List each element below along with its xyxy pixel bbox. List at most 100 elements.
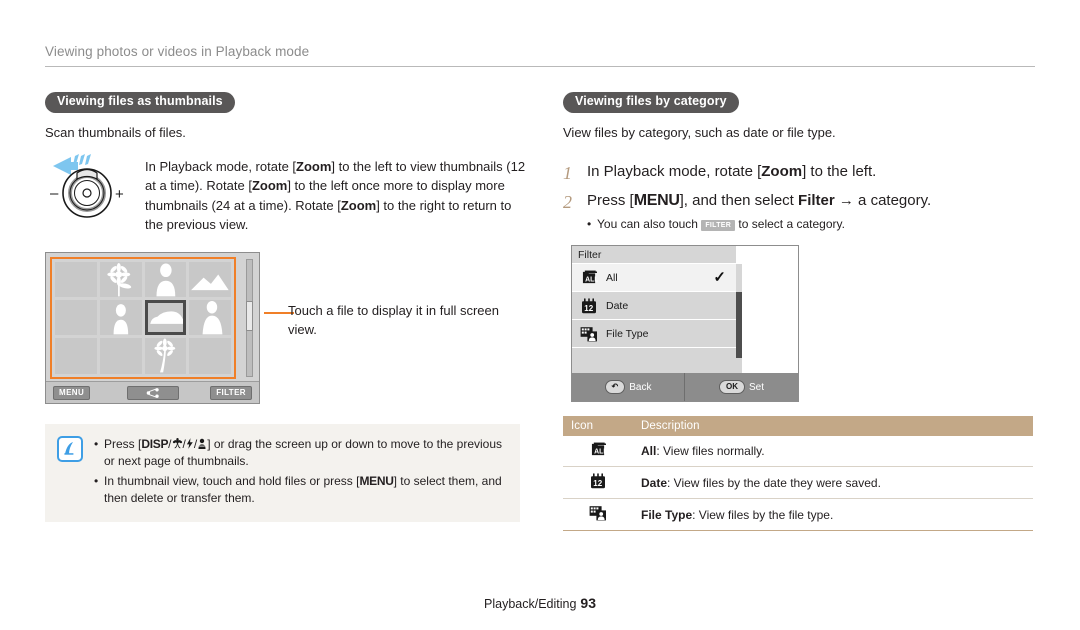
section-title-thumbnails: Viewing files as thumbnails: [45, 92, 235, 113]
filter-option-date-label: Date: [606, 299, 629, 312]
step-1: 1 In Playback mode, rotate [Zoom] to the…: [563, 162, 1033, 185]
filter-option-date[interactable]: 12 Date: [572, 292, 736, 321]
figure-text-zoom1: Zoom: [296, 159, 332, 175]
filter-option-filetype-label: File Type: [606, 327, 649, 340]
person-thumbnail-icon: [202, 301, 223, 335]
filter-dialog-illustration: Filter ALL All ✓ 12 Date File Type ↶ Bac…: [571, 245, 799, 403]
svg-text:ALL: ALL: [594, 449, 607, 456]
table-desc-date: : View files by the date they were saved…: [667, 475, 881, 490]
thumbnail-cell: [55, 338, 97, 374]
screen-scrollbar-thumb[interactable]: [246, 300, 253, 331]
mountain-thumbnail-icon: [191, 274, 229, 290]
thumbnail-cell: [55, 261, 97, 298]
date-calendar-glyph: 12: [582, 298, 596, 314]
dialog-scrollbar-thumb[interactable]: [736, 292, 742, 359]
table-header-description: Description: [633, 416, 1033, 437]
filter-option-all-checkmark: ✓: [713, 269, 726, 287]
table-cell-description: All: View files normally.: [633, 436, 1033, 468]
callout-text: Touch a file to display it in full scree…: [288, 303, 499, 337]
thumbnail-screen-illustration: MENU FILTER: [45, 251, 260, 404]
filter-option-all[interactable]: ALL All ✓: [572, 264, 736, 293]
all-files-icon: ALL: [578, 270, 600, 285]
zoom-lever-icon: – +: [50, 154, 124, 219]
zoom-lever-description: In Playback mode, rotate [Zoom] to the l…: [141, 157, 530, 233]
back-key-icon: ↶: [604, 380, 626, 395]
step-2-filter-term: Filter: [798, 191, 835, 209]
header-divider: [45, 66, 1035, 67]
note-pencil-icon: [57, 435, 83, 462]
table-header-row: Icon Description: [563, 416, 1033, 437]
svg-text:+: +: [115, 186, 124, 203]
filter-option-list: ALL All ✓ 12 Date File Type: [572, 264, 736, 376]
timer-icon: [198, 438, 206, 449]
thumbnail-grid: [50, 256, 236, 379]
screen-bottom-bar: MENU FILTER: [46, 380, 259, 403]
table-cell-icon: 12: [563, 466, 633, 500]
table-row: File Type: View files by the file type.: [563, 498, 1033, 532]
filter-dialog-title: Filter: [572, 246, 736, 265]
filter-option-all-label: All: [606, 271, 618, 284]
table-term-all: All: [641, 444, 657, 459]
step-1-zoom: Zoom: [761, 163, 803, 181]
person-thumbnail-icon: [113, 304, 128, 335]
ok-key-icon: OK: [718, 380, 745, 395]
dialog-set-action[interactable]: OK Set: [685, 373, 798, 401]
step-2-text: Press [MENU], and then select Filter → a…: [587, 191, 1033, 233]
step-1-part1: In Playback mode, rotate [: [587, 163, 762, 181]
footer-chapter: Playback/Editing: [484, 597, 577, 611]
filter-option-empty-row: [572, 348, 736, 376]
step-2-part1: Press [: [587, 191, 634, 209]
section-lead-category: View files by category, such as date or …: [563, 124, 836, 140]
pencil-glyph: [64, 441, 74, 455]
thumbnail-cell: [99, 338, 142, 374]
step-1-number: 1: [563, 163, 572, 184]
table-desc-all: : View files normally.: [656, 444, 765, 459]
flash-icon: [186, 437, 193, 449]
share-button[interactable]: [126, 385, 179, 400]
all-files-glyph: ALL: [582, 270, 598, 284]
figure-text-zoom2: Zoom: [251, 178, 288, 194]
svg-text:12: 12: [593, 479, 602, 488]
file-type-glyph: [580, 327, 597, 342]
step-1-part2: ] to the left.: [802, 163, 877, 181]
thumbnail-cell: [189, 300, 231, 336]
svg-text:–: –: [50, 185, 59, 202]
palm-tree-thumbnail-icon: [153, 338, 175, 373]
back-label: Back: [629, 381, 652, 393]
figure-text-part1: In Playback mode, rotate [: [145, 159, 297, 175]
step-2: 2 Press [MENU], and then select Filter →…: [563, 191, 1033, 233]
menu-key-label: MENU: [359, 473, 394, 488]
set-label: Set: [748, 381, 764, 393]
macro-icon: [172, 437, 182, 448]
filter-button[interactable]: FILTER: [210, 385, 252, 400]
sub-bullet-part2: to select a category.: [735, 216, 845, 231]
note-b2-part1: In thumbnail view, touch and hold files …: [104, 473, 360, 488]
table-cell-icon: ALL: [563, 436, 633, 468]
step-2-sub-bullet: You can also touch FILTER to select a ca…: [587, 216, 1033, 233]
footer-page-number: 93: [580, 595, 596, 611]
note-bullet-list: Press [DISP///] or drag the screen up or…: [93, 436, 506, 510]
dialog-bottom-bar: ↶ Back OK Set: [572, 373, 798, 402]
svg-text:12: 12: [584, 304, 593, 313]
filter-option-filetype[interactable]: File Type: [572, 320, 736, 349]
table-row: 12 Date: View files by the date they wer…: [563, 466, 1033, 500]
table-row: ALL All: View files normally.: [563, 436, 1033, 468]
note-bullet-1: Press [DISP///] or drag the screen up or…: [93, 436, 506, 471]
menu-button[interactable]: MENU: [53, 385, 91, 400]
person-thumbnail-icon: [155, 263, 175, 297]
inline-filter-chip[interactable]: FILTER: [701, 219, 736, 231]
thumbnail-cell: [99, 300, 142, 336]
right-column: Viewing files by category View files by …: [563, 92, 1033, 532]
table-desc-filetype: : View files by the file type.: [692, 507, 834, 522]
dialog-back-action[interactable]: ↶ Back: [572, 373, 685, 402]
page-header: Viewing photos or videos in Playback mod…: [45, 44, 1035, 67]
figure-text-zoom3: Zoom: [340, 197, 377, 213]
note-box: Press [DISP///] or drag the screen up or…: [45, 423, 520, 523]
thumbnail-cell-selected[interactable]: [144, 300, 187, 336]
thumbnail-cell: [99, 261, 142, 298]
step-2-menu-key: MENU: [633, 191, 680, 209]
icon-description-table: Icon Description ALL All: View files nor…: [563, 416, 1033, 532]
step-2-part3: → a category.: [834, 191, 932, 209]
file-type-icon: [578, 326, 600, 342]
date-calendar-icon: 12: [578, 298, 600, 314]
